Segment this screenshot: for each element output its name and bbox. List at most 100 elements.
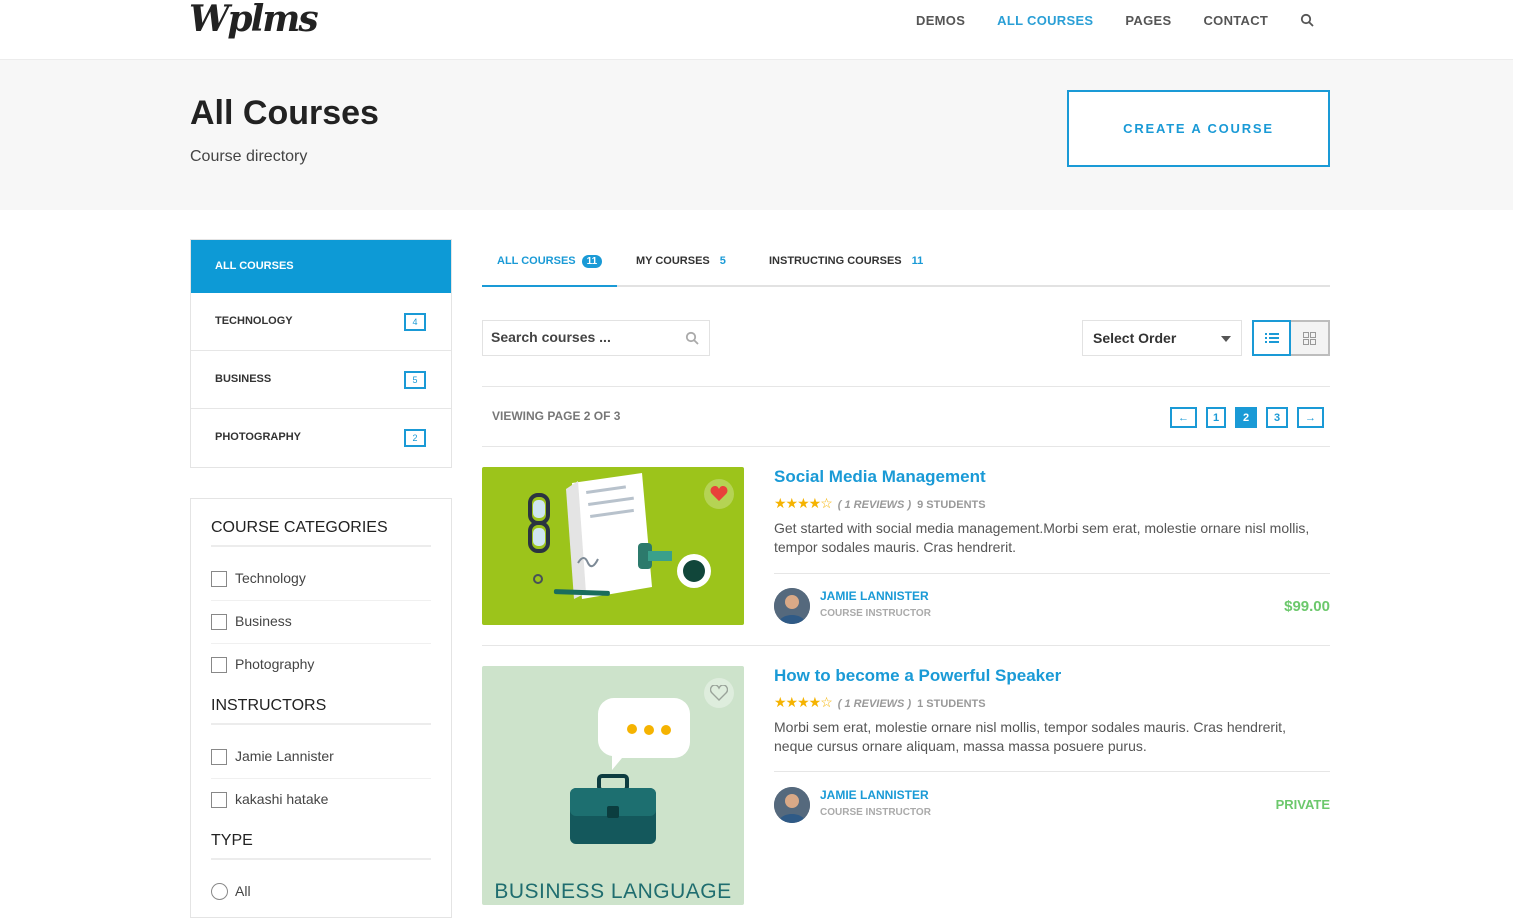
nav-contact[interactable]: CONTACT [1203, 13, 1268, 28]
course-directory-menu: ALL COURSES TECHNOLOGY 4 BUSINESS 5 PHOT… [190, 239, 452, 468]
search-icon[interactable] [685, 331, 699, 345]
course-card: Social Media Management ★★★★☆ ( 1 REVIEWS… [482, 467, 1330, 627]
tab-count: 11 [911, 255, 924, 267]
review-count: ( 1 REVIEWS ) [837, 499, 912, 511]
checkbox[interactable] [211, 749, 227, 765]
order-select[interactable]: Select Order [1082, 320, 1242, 356]
prev-page-button[interactable]: ← [1170, 407, 1197, 428]
count-badge: 4 [404, 313, 426, 331]
checkbox[interactable] [211, 792, 227, 808]
course-description: Get started with social media management… [774, 520, 1310, 555]
filter-kakashi-hatake[interactable]: kakashi hatake [211, 779, 431, 822]
filter-label: Business [235, 613, 292, 629]
directory-item-label: TECHNOLOGY [215, 315, 293, 327]
page-subtitle: Course directory [190, 148, 308, 165]
nav-pages[interactable]: PAGES [1125, 13, 1171, 28]
tab-count: 11 [581, 255, 603, 268]
radio-button[interactable] [211, 883, 228, 900]
nav-demos[interactable]: DEMOS [916, 13, 965, 28]
course-description: Morbi sem erat, molestie ornare nisl mol… [774, 719, 1286, 754]
course-price: $99.00 [1284, 598, 1330, 615]
student-count: 9 STUDENTS [917, 499, 986, 511]
filter-business[interactable]: Business [211, 601, 431, 644]
course-meta: ★★★★☆ ( 1 REVIEWS ) 9 STUDENTS [774, 495, 986, 512]
course-title[interactable]: Social Media Management [774, 467, 986, 487]
page-button-2[interactable]: 2 [1235, 407, 1257, 428]
page-header: All Courses Course directory CREATE A CO… [0, 60, 1513, 210]
heart-icon [710, 685, 728, 701]
course-filters: COURSE CATEGORIES Technology Business Ph… [190, 498, 452, 918]
course-meta: ★★★★☆ ( 1 REVIEWS ) 1 STUDENTS [774, 694, 986, 711]
tab-instructing-courses[interactable]: INSTRUCTING COURSES 11 [769, 255, 923, 287]
divider [774, 771, 1330, 772]
filter-label: Photography [235, 656, 315, 672]
checkbox[interactable] [211, 614, 227, 630]
site-logo[interactable]: Wplms [189, 0, 319, 40]
main-nav: DEMOS ALL COURSES PAGES CONTACT [916, 13, 1300, 28]
count-badge: 5 [404, 371, 426, 389]
list-view-icon [1264, 333, 1279, 343]
checkbox[interactable] [211, 571, 227, 587]
next-page-button[interactable]: → [1297, 407, 1324, 428]
grid-view-icon [1303, 331, 1316, 345]
categories-heading: COURSE CATEGORIES [211, 519, 431, 547]
course-card: BUSINESS LANGUAGE How to become a Powerf… [482, 666, 1330, 905]
filter-type-all[interactable]: All [211, 871, 431, 914]
search-icon[interactable] [1300, 13, 1314, 27]
pagination-bar: VIEWING PAGE 2 OF 3 ← 1 2 3 → [482, 386, 1330, 447]
favorite-button[interactable] [704, 479, 734, 509]
instructor-role: COURSE INSTRUCTOR [820, 608, 931, 619]
search-input[interactable] [491, 329, 681, 345]
page-button-1[interactable]: 1 [1206, 407, 1226, 428]
course-privacy-status: PRIVATE [1275, 797, 1330, 812]
instructor-photo [774, 787, 810, 823]
type-heading: TYPE [211, 832, 431, 860]
tab-label: INSTRUCTING COURSES [769, 255, 902, 267]
instructor-name[interactable]: JAMIE LANNISTER [820, 788, 929, 802]
course-thumbnail[interactable] [482, 467, 744, 625]
directory-item-label: ALL COURSES [215, 260, 294, 272]
course-tabs: ALL COURSES 11 MY COURSES 5 INSTRUCTING CO… [482, 240, 1330, 287]
review-count: ( 1 REVIEWS ) [837, 698, 912, 710]
filter-label: Technology [235, 570, 306, 586]
page-button-3[interactable]: 3 [1266, 407, 1288, 428]
filter-technology[interactable]: Technology [211, 558, 431, 601]
filter-photography[interactable]: Photography [211, 644, 431, 687]
divider [774, 573, 1330, 574]
favorite-button[interactable] [704, 678, 734, 708]
tab-all-courses[interactable]: ALL COURSES 11 [482, 255, 618, 287]
avatar[interactable] [774, 787, 810, 823]
course-image [570, 698, 690, 844]
directory-item-photography[interactable]: PHOTOGRAPHY 2 [191, 409, 451, 467]
directory-item-business[interactable]: BUSINESS 5 [191, 351, 451, 409]
count-badge: 2 [404, 429, 426, 447]
grid-view-button[interactable] [1291, 320, 1330, 356]
rating-stars: ★★★★☆ [774, 694, 833, 710]
course-thumbnail[interactable]: BUSINESS LANGUAGE [482, 666, 744, 905]
directory-item-technology[interactable]: TECHNOLOGY 4 [191, 293, 451, 351]
avatar[interactable] [774, 588, 810, 624]
checkbox[interactable] [211, 657, 227, 673]
instructor-photo [774, 588, 810, 624]
filter-label: Jamie Lannister [235, 748, 334, 764]
order-select-label: Select Order [1093, 330, 1177, 346]
rating-stars: ★★★★☆ [774, 495, 833, 511]
caret-down-icon [1221, 336, 1231, 342]
nav-all-courses[interactable]: ALL COURSES [997, 13, 1093, 28]
heart-icon [710, 486, 728, 501]
directory-item-label: BUSINESS [215, 373, 272, 385]
list-view-button[interactable] [1252, 320, 1291, 356]
page-title: All Courses [190, 94, 379, 132]
course-title[interactable]: How to become a Powerful Speaker [774, 666, 1061, 686]
page-status: VIEWING PAGE 2 OF 3 [492, 409, 621, 423]
top-navbar: Wplms DEMOS ALL COURSES PAGES CONTACT [0, 0, 1513, 60]
tab-my-courses[interactable]: MY COURSES 5 [636, 255, 726, 287]
instructor-name[interactable]: JAMIE LANNISTER [820, 589, 929, 603]
course-search [482, 320, 710, 356]
directory-item-all-courses[interactable]: ALL COURSES [191, 240, 451, 293]
tab-label: ALL COURSES [497, 255, 576, 267]
filter-jamie-lannister[interactable]: Jamie Lannister [211, 736, 431, 779]
filter-label: All [235, 883, 251, 899]
directory-item-label: PHOTOGRAPHY [215, 431, 301, 443]
create-course-button[interactable]: CREATE A COURSE [1067, 90, 1330, 167]
